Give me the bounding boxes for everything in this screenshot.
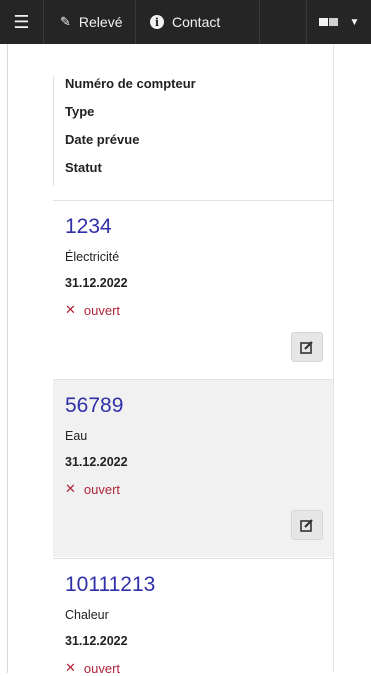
header-meter-number: Numéro de compteur xyxy=(65,76,196,91)
meter-status-label: ouvert xyxy=(83,302,121,318)
nav-spacer xyxy=(260,0,307,44)
meter-card: 56789 Eau 31.12.2022 ✕ ouvert xyxy=(53,379,333,557)
top-navbar: ☰ ✎ Relevé i Contact ▼ xyxy=(0,0,371,44)
meter-status: ✕ ouvert xyxy=(65,481,120,497)
meter-number-link[interactable]: 10111213 xyxy=(65,573,155,597)
edit-icon xyxy=(300,341,313,354)
language-icon xyxy=(318,18,338,26)
edit-button[interactable] xyxy=(291,510,323,540)
meter-type: Électricité xyxy=(65,250,120,264)
header-status: Statut xyxy=(65,160,102,175)
header-planned-date: Date prévue xyxy=(65,132,140,147)
meter-card: 10111213 Chaleur 31.12.2022 ✕ ouvert xyxy=(53,558,333,676)
meter-status-label: ouvert xyxy=(83,481,121,497)
edit-icon xyxy=(300,519,313,532)
caret-down-icon: ▼ xyxy=(349,16,360,28)
meter-card: 1234 Électricité 31.12.2022 ✕ ouvert xyxy=(53,200,333,379)
right-border xyxy=(333,44,334,673)
hamburger-icon: ☰ xyxy=(13,11,30,32)
pencil-icon: ✎ xyxy=(60,14,71,29)
nav-releve-label: Relevé xyxy=(78,14,123,30)
nav-contact[interactable]: i Contact xyxy=(136,0,260,44)
meter-date: 31.12.2022 xyxy=(65,634,128,648)
language-dropdown[interactable]: ▼ xyxy=(307,0,371,44)
meter-number-link[interactable]: 56789 xyxy=(65,394,123,418)
meter-status: ✕ ouvert xyxy=(65,660,120,676)
meter-type: Eau xyxy=(65,429,88,443)
nav-releve[interactable]: ✎ Relevé xyxy=(44,0,136,44)
meter-type: Chaleur xyxy=(65,608,109,622)
meter-status-label: ouvert xyxy=(83,660,121,676)
meter-status: ✕ ouvert xyxy=(65,302,120,318)
edit-button[interactable] xyxy=(291,332,323,362)
x-icon: ✕ xyxy=(65,302,76,317)
header-type: Type xyxy=(65,104,95,119)
menu-button[interactable]: ☰ xyxy=(0,0,44,44)
left-border xyxy=(7,44,8,673)
meter-date: 31.12.2022 xyxy=(65,276,128,290)
info-icon: i xyxy=(150,15,164,29)
x-icon: ✕ xyxy=(65,481,76,496)
x-icon: ✕ xyxy=(65,660,76,675)
header-divider xyxy=(53,76,54,186)
meter-date: 31.12.2022 xyxy=(65,455,128,469)
column-header: Numéro de compteur Type Date prévue Stat… xyxy=(53,64,332,198)
meter-number-link[interactable]: 1234 xyxy=(65,215,112,239)
nav-contact-label: Contact xyxy=(172,14,221,30)
